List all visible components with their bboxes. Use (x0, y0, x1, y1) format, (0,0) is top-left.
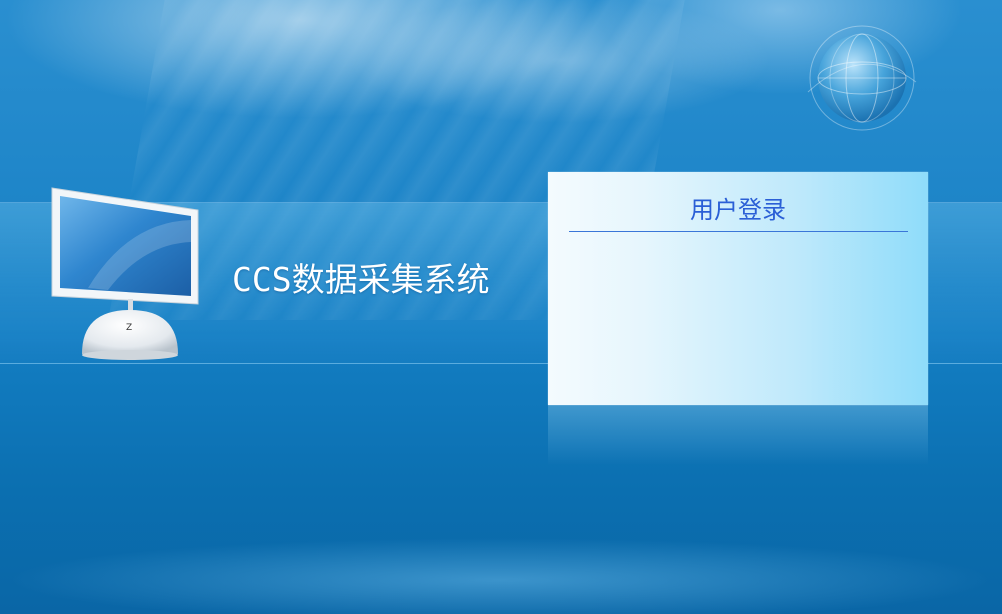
login-screen: Z CCS数据采集系统 用户登录 (0, 0, 1002, 614)
login-panel: 用户登录 (548, 172, 928, 405)
login-title: 用户登录 (690, 196, 786, 224)
login-panel-reflection (548, 405, 928, 465)
login-divider (569, 231, 908, 232)
app-title: CCS数据采集系统 (232, 260, 490, 299)
computer-monitor-icon: Z (51, 187, 199, 360)
floor-glow-decoration (0, 520, 1002, 614)
globe-icon (807, 25, 917, 131)
svg-text:Z: Z (126, 323, 132, 333)
